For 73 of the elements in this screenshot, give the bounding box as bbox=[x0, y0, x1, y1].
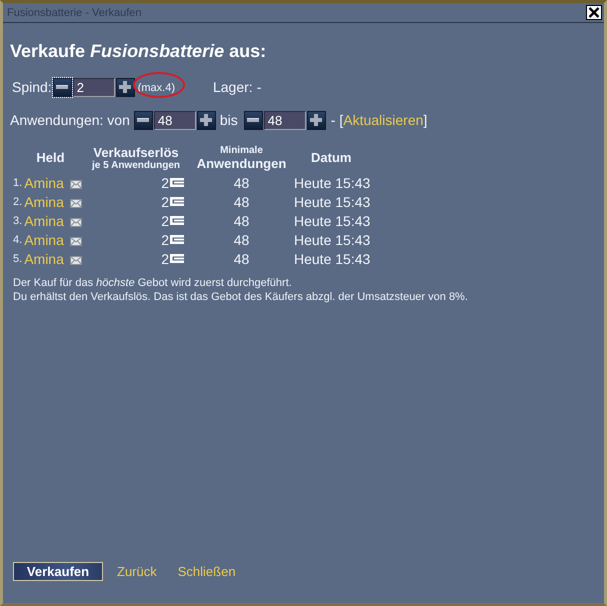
price-value: 2 bbox=[161, 250, 169, 266]
envelope-icon[interactable] bbox=[70, 198, 82, 208]
rank-number: 1. bbox=[13, 176, 22, 188]
max-quantity-label: (max.4) bbox=[138, 82, 175, 94]
price-value: 2 bbox=[161, 212, 169, 228]
currency-icon bbox=[170, 216, 184, 225]
envelope-icon[interactable] bbox=[70, 256, 82, 264]
rank-number: 5. bbox=[13, 252, 22, 264]
date-value: Heute 15:43 bbox=[294, 212, 370, 228]
min-uses-field[interactable]: 48 bbox=[154, 110, 196, 130]
min-uses-value: 48 bbox=[234, 194, 250, 210]
column-header: Held bbox=[36, 150, 65, 164]
currency-icon bbox=[170, 197, 184, 206]
date-value: Heute 15:43 bbox=[294, 174, 370, 190]
rank-number: 3. bbox=[13, 214, 22, 226]
min-uses-value: 48 bbox=[234, 174, 250, 190]
bracket-text: - [ bbox=[330, 112, 344, 128]
bracket-text: ] bbox=[423, 112, 428, 128]
footer-link[interactable]: Schließen bbox=[178, 564, 236, 579]
decrease-button[interactable] bbox=[244, 110, 263, 130]
hero-link[interactable]: Amina bbox=[24, 232, 64, 248]
currency-icon bbox=[170, 235, 184, 244]
hero-link[interactable]: Amina bbox=[24, 174, 64, 190]
envelope-icon[interactable] bbox=[70, 236, 82, 246]
close-icon[interactable] bbox=[586, 5, 602, 20]
minus-icon bbox=[137, 118, 150, 122]
currency-icon bbox=[170, 178, 184, 187]
envelope-icon[interactable] bbox=[70, 180, 82, 188]
field-label: Spind: bbox=[12, 79, 52, 95]
currency-icon bbox=[170, 254, 184, 263]
quantity-field[interactable]: 2 bbox=[72, 78, 115, 96]
field-label: Anwendungen: von bbox=[10, 112, 130, 128]
dialog-heading: Verkaufe Fusionsbatterie aus: bbox=[10, 40, 268, 62]
increase-button[interactable] bbox=[116, 78, 135, 96]
rank-number: 4. bbox=[13, 234, 22, 246]
minus-icon bbox=[56, 85, 68, 89]
column-header: Verkaufserlös bbox=[93, 146, 179, 160]
increase-button[interactable] bbox=[306, 110, 326, 130]
price-value: 2 bbox=[161, 174, 169, 190]
footer-link[interactable]: Zurück bbox=[117, 564, 157, 579]
plus-icon bbox=[200, 114, 212, 126]
plus-icon bbox=[310, 114, 322, 126]
refresh-link[interactable]: Aktualisieren bbox=[343, 112, 424, 128]
minus-icon bbox=[247, 118, 260, 122]
info-text: Der Kauf für das höchste Gebot wird zuerst durchgeführt. bbox=[13, 276, 293, 290]
increase-button[interactable] bbox=[196, 110, 216, 130]
hero-link[interactable]: Amina bbox=[24, 250, 64, 266]
date-value: Heute 15:43 bbox=[294, 194, 370, 210]
price-value: 2 bbox=[161, 232, 169, 248]
price-value: 2 bbox=[161, 194, 169, 210]
column-header: Anwendungen bbox=[196, 156, 286, 170]
plus-icon bbox=[119, 81, 132, 93]
hero-link[interactable]: Amina bbox=[24, 194, 64, 210]
min-uses-value: 48 bbox=[234, 232, 250, 248]
hero-link[interactable]: Amina bbox=[24, 212, 64, 228]
envelope-icon[interactable] bbox=[70, 218, 82, 226]
column-header-prefix: Minimale bbox=[220, 144, 263, 156]
sell-button[interactable]: Verkaufen bbox=[13, 562, 103, 581]
field-label: bis bbox=[220, 112, 238, 128]
decrease-button[interactable] bbox=[134, 110, 153, 130]
min-uses-value: 48 bbox=[234, 250, 250, 266]
column-header-note: je 5 Anwendungen bbox=[92, 160, 180, 172]
max-uses-field[interactable]: 48 bbox=[264, 110, 306, 130]
stock-value: - bbox=[256, 79, 262, 95]
info-text: Du erhältst den Verkaufslös. Das ist das Gebot des Käufers abzgl. der Umsatzsteuer von 8%. bbox=[13, 290, 469, 304]
stock-label: Lager: bbox=[212, 79, 253, 95]
date-value: Heute 15:43 bbox=[294, 232, 370, 248]
column-header: Datum bbox=[311, 150, 352, 164]
decrease-button[interactable] bbox=[52, 78, 72, 96]
window-title: Fusionsbatterie - Verkaufen bbox=[7, 6, 142, 18]
min-uses-value: 48 bbox=[234, 212, 250, 228]
rank-number: 2. bbox=[13, 196, 22, 208]
date-value: Heute 15:43 bbox=[294, 250, 370, 266]
